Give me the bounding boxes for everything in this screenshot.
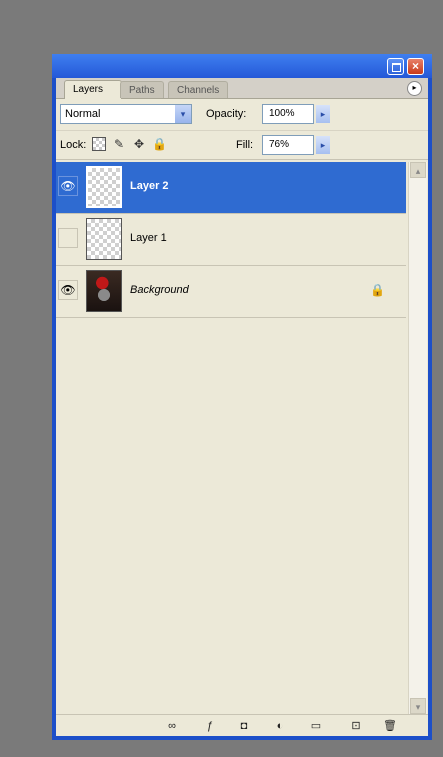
bottom-toolbar: ∞ ƒ ◘ ◐ ▭ ⊡ 🗑 [56, 714, 428, 737]
blend-mode-value: Normal [65, 108, 101, 120]
lock-position-icon[interactable]: ✥ [132, 137, 146, 151]
fill-field[interactable]: 76% [262, 135, 314, 155]
lock-label: Lock: [60, 139, 87, 151]
layer-row-layer-2[interactable]: 👁 Layer 2 [56, 162, 406, 214]
layer-thumbnail [86, 166, 122, 208]
opacity-stepper-icon[interactable]: ▸ [316, 105, 330, 123]
background-thumbnail [86, 270, 122, 312]
tab-channels[interactable]: Channels [168, 81, 229, 98]
title-bar[interactable]: × [52, 54, 432, 78]
blend-mode-select[interactable]: Normal ▾ [60, 104, 192, 124]
fill-label: Fill: [236, 139, 254, 151]
close-button[interactable]: × [407, 58, 424, 75]
opacity-label: Opacity: [206, 108, 247, 120]
layer-name: Layer 2 [130, 180, 169, 192]
lock-transparency-icon[interactable] [92, 137, 106, 151]
layers-panel: Layers Paths Channels ▸ Normal ▾ Opacity… [56, 78, 428, 736]
chevron-down-icon[interactable]: ▾ [175, 105, 191, 123]
layers-window: × Layers Paths Channels ▸ Normal ▾ Opaci… [52, 54, 432, 740]
layer-row-layer-1[interactable]: Layer 1 [56, 214, 406, 266]
add-mask-icon[interactable]: ◘ [236, 719, 252, 733]
eye-icon[interactable]: 👁 [58, 176, 78, 196]
tab-paths[interactable]: Paths [120, 81, 164, 98]
link-layers-icon[interactable]: ∞ [164, 719, 180, 733]
new-group-icon[interactable]: ▭ [308, 719, 324, 733]
tab-strip: Layers Paths Channels ▸ [56, 78, 428, 99]
lock-all-icon[interactable]: 🔒 [152, 137, 167, 151]
layers-list: 👁 Layer 2 Layer 1 👁 Background 🔒 ▴ ▾ [56, 162, 428, 714]
visibility-toggle[interactable] [58, 228, 78, 248]
opacity-field[interactable]: 100% [262, 104, 314, 124]
lock-pixels-icon[interactable]: ✎ [112, 137, 126, 151]
delete-layer-icon[interactable]: 🗑 [382, 719, 398, 733]
layer-name: Background [130, 284, 189, 296]
layer-style-icon[interactable]: ƒ [202, 719, 218, 733]
panel-menu-icon[interactable]: ▸ [407, 81, 422, 96]
layer-name: Layer 1 [130, 232, 167, 244]
minimize-button[interactable] [387, 58, 404, 75]
scroll-up-icon[interactable]: ▴ [410, 162, 426, 178]
new-layer-icon[interactable]: ⊡ [348, 719, 364, 733]
lock-row: Lock: ✎ ✥ 🔒 Fill: 76% ▸ [56, 130, 428, 160]
layer-row-background[interactable]: 👁 Background 🔒 [56, 266, 406, 318]
eye-icon[interactable]: 👁 [58, 280, 78, 300]
fill-stepper-icon[interactable]: ▸ [316, 136, 330, 154]
adjustment-layer-icon[interactable]: ◐ [272, 719, 288, 733]
tab-layers[interactable]: Layers [64, 80, 122, 99]
scroll-down-icon[interactable]: ▾ [410, 698, 426, 714]
layers-scrollbar[interactable]: ▴ ▾ [408, 162, 427, 714]
blend-row: Normal ▾ Opacity: 100% ▸ [56, 100, 428, 128]
layer-thumbnail [86, 218, 122, 260]
lock-icon: 🔒 [370, 283, 385, 297]
